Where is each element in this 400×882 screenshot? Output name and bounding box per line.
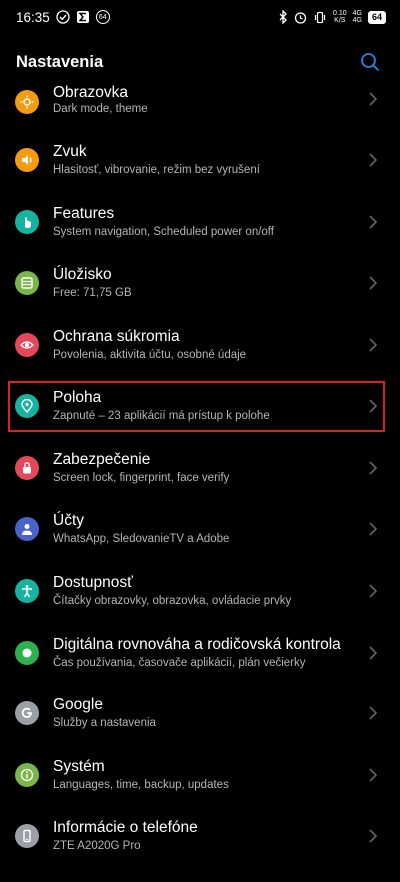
badge-icon: 64 bbox=[95, 10, 110, 24]
settings-item-subtitle: Čas používania, časovače aplikácií, plán… bbox=[53, 657, 306, 669]
search-icon bbox=[361, 53, 379, 71]
settings-item-ulozisko[interactable]: Úložisko Free: 71,75 GB bbox=[0, 264, 400, 326]
network-indicator: 4G 4G bbox=[352, 10, 362, 24]
speaker-icon bbox=[15, 148, 39, 172]
settings-item-subtitle: System navigation, Scheduled power on/of… bbox=[53, 226, 274, 238]
speed-indicator: 0.10 K/S bbox=[333, 10, 347, 24]
settings-list: Obrazovka Dark mode, theme Zvuk Hlasitos… bbox=[0, 0, 400, 867]
settings-item-label: Účty bbox=[53, 512, 84, 529]
settings-item-subtitle: Zapnuté – 23 aplikácií má prístup k polo… bbox=[53, 410, 270, 422]
settings-item-label: Digitálna rovnováha a rodičovská kontrol… bbox=[53, 636, 341, 653]
settings-item-poloha[interactable]: Poloha Zapnuté – 23 aplikácií má prístup… bbox=[0, 388, 400, 450]
settings-item-informacie-o-telefone[interactable]: Informácie o telefóne ZTE A2020G Pro bbox=[0, 819, 400, 882]
chevron-right-icon bbox=[369, 829, 378, 843]
settings-item-label: Ochrana súkromia bbox=[53, 328, 180, 345]
settings-item-label: Google bbox=[53, 696, 103, 713]
brightness-icon bbox=[15, 90, 39, 114]
settings-item-label: Poloha bbox=[53, 389, 102, 406]
settings-item-dostupnost[interactable]: Dostupnosť Čítačky obrazovky, obrazovka,… bbox=[0, 573, 400, 635]
lock-icon bbox=[15, 456, 39, 480]
accessibility-icon bbox=[15, 579, 39, 603]
settings-item-subtitle: Hlasitosť, vibrovanie, režim bez vyrušen… bbox=[53, 164, 260, 176]
settings-item-label: Systém bbox=[53, 758, 105, 775]
search-button[interactable] bbox=[356, 48, 384, 76]
status-bar: 16:35 64 0.10 K/S 4G 4G 64 bbox=[0, 0, 400, 34]
chevron-right-icon bbox=[369, 399, 378, 413]
settings-item-label: Informácie o telefóne bbox=[53, 819, 198, 836]
chevron-right-icon bbox=[369, 338, 378, 352]
storage-icon bbox=[15, 271, 39, 295]
settings-item-label: Features bbox=[53, 205, 115, 222]
settings-item-label: Zabezpečenie bbox=[53, 451, 151, 468]
phone-icon bbox=[15, 824, 39, 848]
settings-item-subtitle: Povolenia, aktivita účtu, osobné údaje bbox=[53, 349, 247, 361]
bluetooth-icon bbox=[278, 10, 288, 24]
settings-item-label: Zvuk bbox=[53, 143, 87, 160]
chevron-right-icon bbox=[369, 92, 378, 106]
privacy-eye-icon bbox=[15, 333, 39, 357]
settings-item-subtitle: Služby a nastavenia bbox=[53, 717, 156, 729]
alarm-icon bbox=[294, 11, 307, 24]
settings-item-subtitle: WhatsApp, SledovanieTV a Adobe bbox=[53, 533, 230, 545]
chevron-right-icon bbox=[369, 646, 378, 660]
settings-item-zvuk[interactable]: Zvuk Hlasitosť, vibrovanie, režim bez vy… bbox=[0, 141, 400, 203]
chevron-right-icon bbox=[369, 461, 378, 475]
settings-item-subtitle: Languages, time, backup, updates bbox=[53, 779, 229, 791]
sigma-icon bbox=[76, 10, 90, 24]
google-icon bbox=[15, 701, 39, 725]
hand-icon bbox=[15, 210, 39, 234]
settings-item-google[interactable]: Google Služby a nastavenia bbox=[0, 696, 400, 759]
info-icon bbox=[15, 763, 39, 787]
settings-item-system[interactable]: Systém Languages, time, backup, updates bbox=[0, 758, 400, 820]
notification-icon bbox=[56, 10, 70, 24]
location-pin-icon bbox=[15, 394, 39, 418]
settings-item-subtitle: ZTE A2020G Pro bbox=[53, 840, 141, 852]
chevron-right-icon bbox=[369, 584, 378, 598]
settings-item-ochrana-sukromia[interactable]: Ochrana súkromia Povolenia, aktivita účt… bbox=[0, 326, 400, 388]
settings-item-features[interactable]: Features System navigation, Scheduled po… bbox=[0, 203, 400, 265]
settings-item-zabezpecenie[interactable]: Zabezpečenie Screen lock, fingerprint, f… bbox=[0, 450, 400, 512]
settings-item-subtitle: Dark mode, theme bbox=[53, 103, 148, 115]
settings-item-label: Úložisko bbox=[53, 266, 112, 283]
settings-item-subtitle: Screen lock, fingerprint, face verify bbox=[53, 472, 230, 484]
settings-item-label: Obrazovka bbox=[53, 84, 128, 101]
page-title: Nastavenia bbox=[16, 52, 104, 71]
status-time: 16:35 bbox=[16, 9, 50, 25]
app-header: Nastavenia bbox=[0, 40, 400, 84]
vibrate-icon bbox=[313, 11, 327, 24]
battery-icon: 64 bbox=[367, 10, 386, 24]
settings-item-label: Dostupnosť bbox=[53, 574, 133, 591]
settings-item-obrazovka[interactable]: Obrazovka Dark mode, theme bbox=[0, 84, 400, 146]
settings-item-subtitle: Free: 71,75 GB bbox=[53, 287, 132, 299]
settings-item-subtitle: Čítačky obrazovky, obrazovka, ovládacie … bbox=[53, 595, 292, 607]
wellbeing-icon bbox=[15, 641, 39, 665]
chevron-right-icon bbox=[369, 706, 378, 720]
chevron-right-icon bbox=[369, 153, 378, 167]
settings-item-digitalna-rovnovaha[interactable]: Digitálna rovnováha a rodičovská kontrol… bbox=[0, 635, 400, 697]
chevron-right-icon bbox=[369, 215, 378, 229]
settings-item-ucty[interactable]: Účty WhatsApp, SledovanieTV a Adobe bbox=[0, 511, 400, 573]
chevron-right-icon bbox=[369, 522, 378, 536]
person-icon bbox=[15, 517, 39, 541]
chevron-right-icon bbox=[369, 768, 378, 782]
chevron-right-icon bbox=[369, 276, 378, 290]
